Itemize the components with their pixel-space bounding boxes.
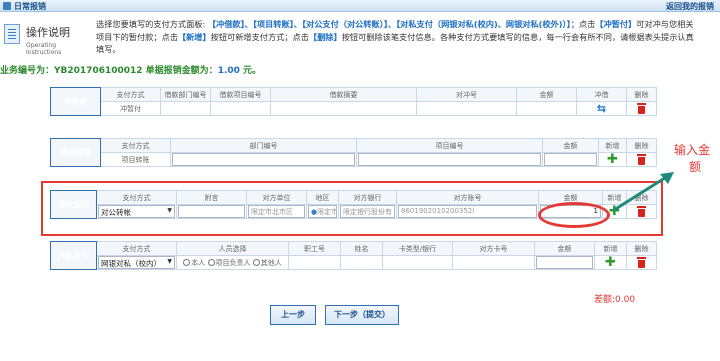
top-bar: 日常报销 返回我的报销	[0, 0, 720, 12]
back-to-my-reimbursements-link[interactable]: 返回我的报销	[666, 1, 714, 12]
chevron-down-icon: ▼	[167, 258, 172, 265]
instructions-text: 选择您要填写的支付方式面板: 【冲借款】、【项目转账】、【对公支付（对公转账）】…	[96, 19, 694, 54]
project-number-input[interactable]	[358, 153, 541, 166]
page-title: 日常报销	[14, 2, 46, 11]
arrow-annotation-icon	[613, 172, 674, 212]
loan-offset-label: 冲借款	[50, 87, 101, 116]
loan-offset-table: 冲借款 支付方式 借款部门编号 借款项目编号 借款摘要 对冲号 金额 冲借 删除…	[50, 87, 657, 116]
plus-icon[interactable]: ✚	[605, 257, 616, 269]
menu-icon	[3, 2, 11, 10]
business-number: YB201706100012	[54, 66, 143, 76]
highlight-ellipse	[538, 202, 610, 228]
person-select-radios: 本人 项目负责人 其他人	[176, 255, 289, 270]
department-number-input[interactable]	[172, 153, 355, 166]
project-transfer-label: 项目转账	[50, 138, 101, 167]
instructions-heading: 操作说明	[26, 26, 70, 39]
difference-display: 差额:0.00	[594, 295, 636, 305]
personal-payment-label: 对私支付	[50, 241, 97, 270]
previous-step-button[interactable]: 上一步	[270, 305, 316, 325]
document-icon	[4, 24, 20, 44]
project-transfer-amount-input[interactable]	[544, 153, 597, 166]
swap-arrows-icon[interactable]: ⇆	[597, 103, 606, 115]
next-step-submit-button[interactable]: 下一步（提交）	[325, 305, 399, 325]
enter-amount-note: 输入金 额	[674, 143, 711, 174]
personal-method-select[interactable]: 网银对私（校内） ▼	[98, 256, 175, 269]
instructions-block: 操作说明 Operating Instructions	[4, 20, 90, 56]
personal-payment-table: 对私支付 支付方式 人员选择 职工号 姓名 卡类型/银行 对方卡号 金额 新增 …	[50, 241, 657, 270]
reimbursement-amount: 1.00	[217, 66, 240, 76]
instructions-subtitle: Operating Instructions	[26, 42, 62, 56]
project-transfer-method: 项目转账	[100, 152, 171, 167]
trash-icon[interactable]	[637, 257, 646, 268]
plus-icon[interactable]: ✚	[607, 154, 618, 166]
loan-offset-method: 冲暂付	[100, 101, 161, 116]
personal-amount-input[interactable]	[536, 256, 593, 269]
trash-icon[interactable]	[637, 103, 646, 114]
trash-icon[interactable]	[637, 154, 646, 165]
radio-self[interactable]	[183, 259, 191, 266]
project-transfer-table: 项目转账 支付方式 部门编号 项目编号 金额 新增 删除 项目转账 ✚	[50, 138, 657, 167]
radio-other[interactable]	[252, 259, 260, 266]
radio-project-leader[interactable]	[207, 259, 215, 266]
reimbursement-summary: 业务编号为：YB201706100012 单据报销金额为：1.00 元。	[0, 66, 262, 76]
